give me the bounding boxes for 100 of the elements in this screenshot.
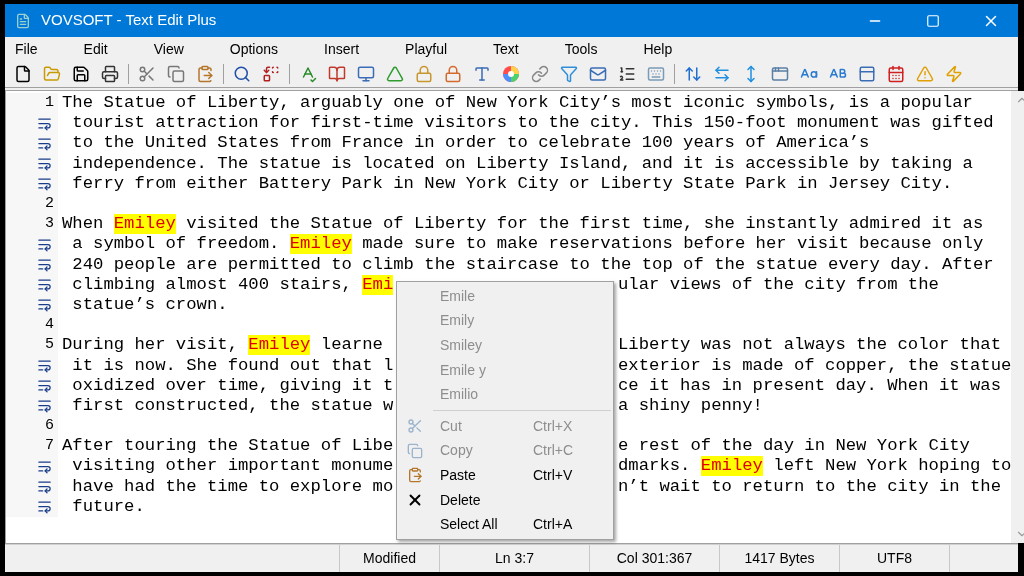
text-line: ular views of the city from the xyxy=(618,274,939,295)
text-line: a shiny penny! xyxy=(618,395,763,416)
printer-icon[interactable] xyxy=(101,65,119,83)
triangle-icon[interactable] xyxy=(386,65,404,83)
wrap-icon xyxy=(37,297,52,313)
panel-icon[interactable] xyxy=(858,65,876,83)
line-number: 2 xyxy=(45,193,54,214)
text-line: visited the Statue of Liberty for the first time, she instantly admired it as xyxy=(185,214,984,235)
line-spacing-icon[interactable] xyxy=(684,65,702,83)
text-line: Liberty was not always the color that xyxy=(618,335,1001,356)
scissors-icon[interactable] xyxy=(138,65,156,83)
keyboard-icon[interactable] xyxy=(647,65,665,83)
highlighted-word: Emi xyxy=(362,274,394,295)
line-number: 6 xyxy=(45,415,54,436)
maximize-icon[interactable] xyxy=(926,13,940,28)
menu-item[interactable]: Edit xyxy=(73,38,118,60)
window-title: VOVSOFT - Text Edit Plus xyxy=(41,10,217,31)
mail-icon[interactable] xyxy=(589,65,607,83)
wrap-icon xyxy=(37,176,52,192)
text-line: e rest of the day in New York City xyxy=(618,436,970,457)
folder-icon[interactable] xyxy=(43,65,61,83)
wrap-icon xyxy=(37,499,52,515)
menu-item[interactable]: Select All Ctrl+A xyxy=(397,512,613,537)
warning-icon[interactable] xyxy=(916,65,934,83)
text-line: When xyxy=(62,214,105,235)
clipboard-icon[interactable] xyxy=(196,65,214,83)
calendar-icon[interactable] xyxy=(887,65,905,83)
lightning-icon[interactable] xyxy=(945,65,963,83)
text-line: a symbol of freedom. xyxy=(71,234,281,255)
monitor-icon[interactable] xyxy=(357,65,375,83)
text-line: tourist attraction for first-time visitors to the city. This 150-foot monument was gifted xyxy=(71,113,994,134)
save-icon[interactable] xyxy=(72,65,90,83)
numbered-list-icon[interactable] xyxy=(618,65,636,83)
wrap-icon xyxy=(37,135,52,151)
windows-icon[interactable] xyxy=(771,65,789,83)
text-line: ferry from either Battery Park in New York City or Liberty State Park in Jersey City. xyxy=(71,173,953,194)
highlighted-word: Emiley xyxy=(248,335,311,356)
text-icon[interactable] xyxy=(473,65,491,83)
horizontal-arrows-icon[interactable] xyxy=(713,65,731,83)
filter-icon[interactable] xyxy=(560,65,578,83)
text-line: made sure to make reservations before her visit because only xyxy=(361,234,984,255)
menu-item[interactable]: Tools xyxy=(554,38,608,60)
wrap-icon xyxy=(37,257,52,273)
menu-item[interactable]: Paste Ctrl+V xyxy=(397,463,613,488)
file-icon[interactable] xyxy=(14,65,32,83)
wrap-icon xyxy=(37,277,52,293)
highlighted-word: Emiley xyxy=(289,234,352,255)
menu-item[interactable]: Help xyxy=(633,38,683,60)
wrap-icon xyxy=(37,378,52,394)
text-line: 240 people are permitted to climb the staircase to the top of the statue every day. After xyxy=(71,254,994,275)
wrap-icon xyxy=(37,398,52,414)
link-icon[interactable] xyxy=(531,65,549,83)
line-number: 1 xyxy=(45,92,54,113)
menu-item[interactable]: Insert xyxy=(314,38,370,60)
text-line: oxidized over time, giving it t xyxy=(71,375,394,396)
copy-icon xyxy=(407,442,423,459)
highlighted-word: Emiley xyxy=(113,214,176,235)
replace-icon[interactable] xyxy=(262,65,280,83)
status-text: Ln 3:7 xyxy=(440,545,590,572)
menu-item[interactable]: Options xyxy=(219,38,289,60)
text-line: dmarks. xyxy=(618,456,692,477)
menu-item[interactable]: File xyxy=(5,38,48,60)
app-icon xyxy=(15,12,31,29)
line-number: 4 xyxy=(45,314,54,335)
menu-item[interactable]: View xyxy=(143,38,194,60)
lock-icon[interactable] xyxy=(444,65,462,83)
text-line: learne xyxy=(319,335,383,356)
line-number: 3 xyxy=(45,213,54,234)
text-line: first constructed, the statue w xyxy=(71,395,394,416)
text-line: During her visit, xyxy=(62,335,239,356)
text-line: climbing almost 400 stairs, xyxy=(71,274,353,295)
color-wheel-icon[interactable] xyxy=(502,65,520,83)
highlighted-word: Emiley xyxy=(700,456,763,477)
wrap-icon xyxy=(37,115,52,131)
text-line: ce it has in present day. When it was xyxy=(618,375,1001,396)
text-line: exterior is made of copper, the statue xyxy=(618,355,1012,376)
status-text: UTF8 xyxy=(840,545,950,572)
text-line: The Statue of Liberty, arguably one of New York City’s most iconic symbols, is a popular xyxy=(62,93,973,114)
text-line: have had the time to explore mo xyxy=(71,476,394,497)
text-line: After touring the Statue of Libe xyxy=(62,436,394,457)
copy-icon[interactable] xyxy=(167,65,185,83)
wrap-icon xyxy=(37,458,52,474)
search-icon[interactable] xyxy=(233,65,251,83)
status-text: 1417 Bytes xyxy=(720,545,840,572)
menu-item[interactable]: Playful xyxy=(395,38,458,60)
text-line: visiting other important monume xyxy=(71,456,394,477)
status-text: Col 301:367 xyxy=(590,545,720,572)
line-number: 7 xyxy=(45,436,54,457)
scissors-icon xyxy=(407,418,423,435)
menu-item[interactable]: Delete xyxy=(397,487,613,513)
clipboard-icon xyxy=(407,467,423,484)
line-number: 5 xyxy=(45,335,54,356)
text-line: to the United States from France in order to celebrate 100 years of America’s xyxy=(71,133,870,154)
text-line: independence. The statue is located on Liberty Island, and it is accessible by taking a xyxy=(71,153,973,174)
lock-icon[interactable] xyxy=(415,65,433,83)
menu-item[interactable]: Text xyxy=(483,38,529,60)
status-text: Modified xyxy=(340,545,440,572)
book-icon[interactable] xyxy=(328,65,346,83)
wrap-icon xyxy=(37,479,52,495)
wrap-icon xyxy=(37,358,52,374)
